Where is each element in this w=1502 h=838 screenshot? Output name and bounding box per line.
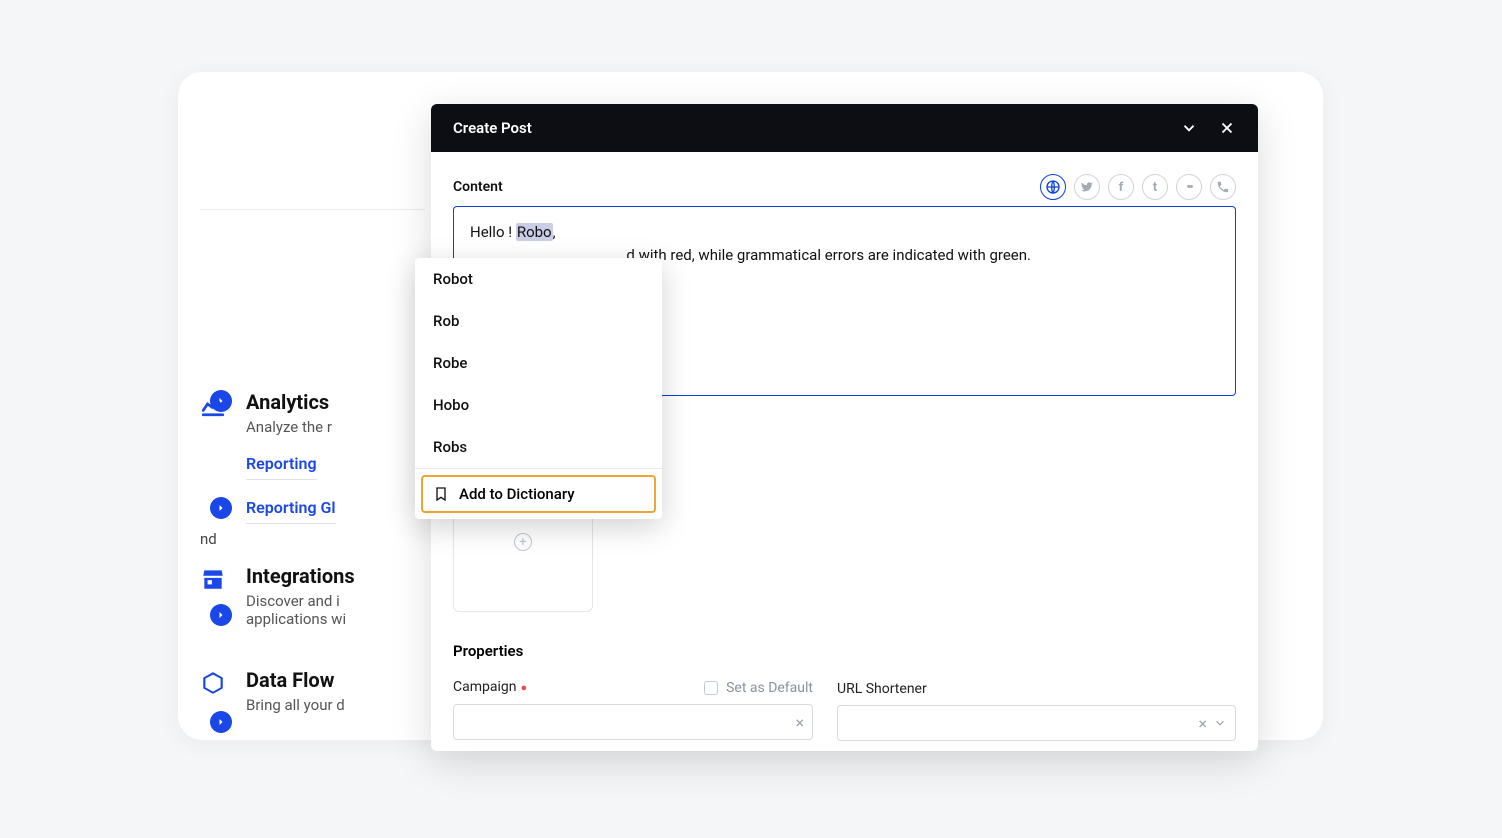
modal-title: Create Post xyxy=(453,119,532,137)
url-shortener-select[interactable]: × xyxy=(837,705,1236,741)
add-to-dictionary[interactable]: Add to Dictionary xyxy=(421,475,656,513)
chevron-down-icon xyxy=(1213,716,1227,730)
channel-twitter-icon[interactable] xyxy=(1074,174,1100,200)
url-shortener-label: URL Shortener xyxy=(837,681,927,697)
campaign-label: Campaign● xyxy=(453,679,527,695)
channel-globe-icon[interactable] xyxy=(1040,174,1066,200)
chart-icon xyxy=(200,392,226,418)
text-suffix: , xyxy=(553,223,556,241)
add-to-dictionary-label: Add to Dictionary xyxy=(459,485,575,503)
text-prefix: Hello ! xyxy=(470,223,516,241)
properties-label: Properties xyxy=(453,642,1236,660)
spell-suggestion[interactable]: Hobo xyxy=(415,384,662,426)
clear-icon[interactable]: × xyxy=(1198,714,1207,733)
spell-suggestion[interactable]: Robs xyxy=(415,426,662,468)
spellcheck-highlight[interactable]: Robo xyxy=(516,223,553,241)
bg-link-reporting-gl[interactable]: Reporting Gl xyxy=(246,498,336,524)
spell-suggestion[interactable]: Robot xyxy=(415,258,662,300)
set-default-label: Set as Default xyxy=(726,680,813,696)
spell-suggestion[interactable]: Rob xyxy=(415,300,662,342)
channel-viber-icon[interactable] xyxy=(1210,174,1236,200)
text-line2: d with red, while grammatical errors are… xyxy=(626,246,1031,264)
bookmark-icon xyxy=(433,486,449,502)
close-icon[interactable] xyxy=(1218,119,1236,137)
campaign-select[interactable]: × xyxy=(453,704,813,740)
collapse-icon[interactable] xyxy=(1180,119,1198,137)
channel-tumblr-icon[interactable]: t xyxy=(1142,174,1168,200)
set-default-checkbox[interactable]: Set as Default xyxy=(704,680,813,696)
bg-white-bar xyxy=(200,150,425,210)
spellcheck-popup: Robot Rob Robe Hobo Robs Add to Dictiona… xyxy=(415,258,662,519)
cube-icon xyxy=(200,670,226,696)
channel-flickr-icon[interactable]: •• xyxy=(1176,174,1202,200)
spell-suggestion[interactable]: Robe xyxy=(415,342,662,384)
checkbox-icon xyxy=(704,681,718,695)
store-icon xyxy=(200,566,226,592)
clear-icon[interactable]: × xyxy=(795,713,804,732)
modal-header: Create Post xyxy=(431,104,1258,152)
channel-facebook-icon[interactable]: f xyxy=(1108,174,1134,200)
channel-icons: f t •• xyxy=(1040,174,1236,200)
content-label: Content xyxy=(453,179,503,195)
plus-icon: + xyxy=(514,533,532,551)
bg-link-reporting[interactable]: Reporting xyxy=(246,454,317,480)
